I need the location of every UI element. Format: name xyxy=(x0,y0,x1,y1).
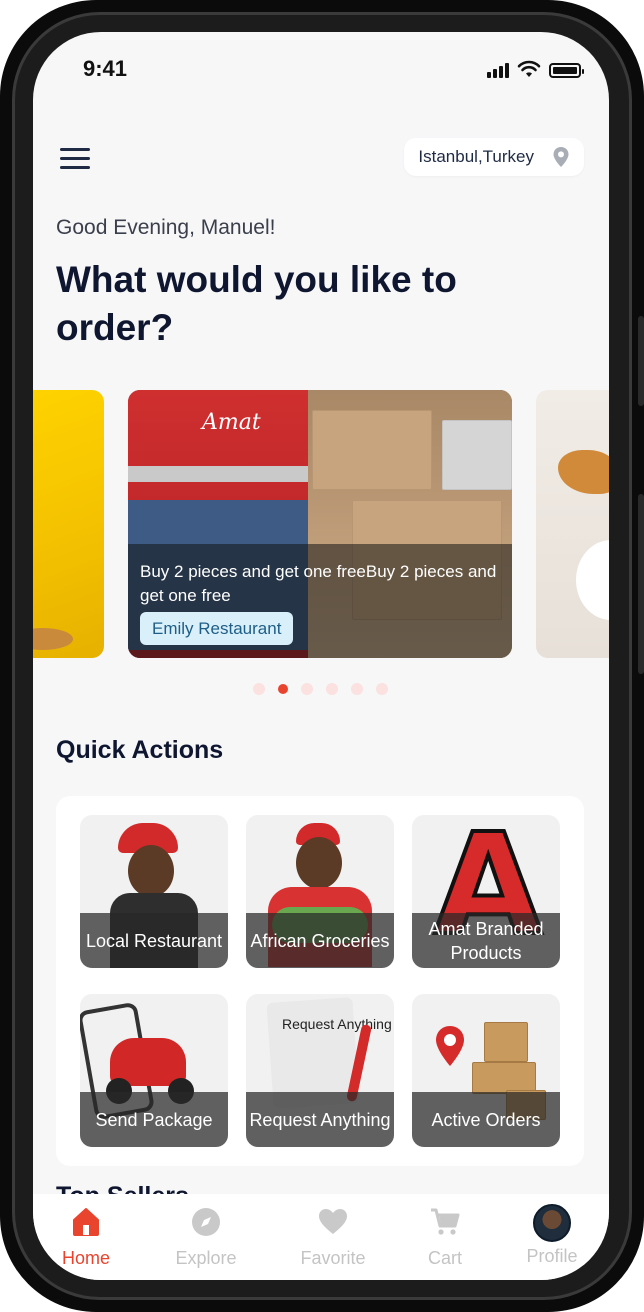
pagination-dot[interactable] xyxy=(253,683,265,695)
location-selector[interactable]: Istanbul,Turkey xyxy=(404,138,584,176)
promo-carousel[interactable]: Amat Buy 2 pieces and get one freeBuy 2 … xyxy=(33,390,609,660)
cellular-signal-icon xyxy=(487,63,509,78)
cup-image xyxy=(576,540,609,620)
quick-action-label: Amat Branded Products xyxy=(428,918,544,963)
tab-label: Cart xyxy=(427,1248,462,1268)
croissant-image xyxy=(558,450,609,494)
note-text: Request Anything xyxy=(282,1016,392,1032)
tab-label: Favorite xyxy=(300,1248,366,1268)
tab-home[interactable]: Home xyxy=(33,1194,141,1280)
carousel-pagination xyxy=(253,683,388,695)
pagination-dot[interactable] xyxy=(301,683,313,695)
status-time: 9:41 xyxy=(83,56,128,81)
quick-action-african-groceries[interactable]: African Groceries xyxy=(246,815,394,968)
phone-frame: 9:41 Istanbul,Turkey Good Evening, Manue… xyxy=(0,0,644,1312)
location-text: Istanbul,Turkey xyxy=(418,147,534,166)
promo-card[interactable]: Amat Buy 2 pieces and get one freeBuy 2 … xyxy=(128,390,512,658)
promo-card-previous[interactable] xyxy=(33,390,104,658)
wifi-icon xyxy=(517,60,541,77)
tab-label: Explore xyxy=(175,1248,237,1268)
status-icons xyxy=(487,60,584,78)
food-image xyxy=(33,628,73,650)
pagination-dot[interactable] xyxy=(376,683,388,695)
tab-cart[interactable]: Cart xyxy=(390,1194,500,1280)
quick-action-label: Local Restaurant xyxy=(85,930,223,951)
status-bar: 9:41 xyxy=(33,32,609,102)
quick-action-local-restaurant[interactable]: Local Restaurant xyxy=(80,815,228,968)
pagination-dot[interactable] xyxy=(326,683,338,695)
tab-label: Home xyxy=(61,1248,110,1268)
menu-bar xyxy=(60,157,90,160)
promo-restaurant-tag[interactable]: Emily Restaurant xyxy=(140,612,294,645)
heart-icon xyxy=(319,1209,347,1234)
quick-action-label: Send Package xyxy=(95,1109,213,1130)
quick-action-label: Active Orders xyxy=(431,1109,541,1130)
greeting-text: Good Evening, Manuel! xyxy=(56,216,276,239)
quick-action-send-package[interactable]: Send Package xyxy=(80,994,228,1147)
pagination-dot-active[interactable] xyxy=(278,684,288,694)
bottom-tab-bar: Home Explore Favorite Cart Profile xyxy=(33,1194,609,1280)
quick-actions-title: Quick Actions xyxy=(56,736,224,764)
pagination-dot[interactable] xyxy=(351,683,363,695)
menu-bar xyxy=(60,148,90,151)
quick-action-amat-branded-products[interactable]: A Amat Branded Products xyxy=(412,815,560,968)
menu-button[interactable] xyxy=(60,148,90,172)
quick-actions-panel: Local Restaurant African Groceries A Ama… xyxy=(56,796,584,1166)
avatar xyxy=(533,1204,571,1242)
battery-icon xyxy=(549,63,584,78)
tab-explore[interactable]: Explore xyxy=(151,1194,261,1280)
side-button xyxy=(638,494,644,674)
quick-action-request-anything[interactable]: Request Anything Request Anything xyxy=(246,994,394,1147)
tab-profile[interactable]: Profile xyxy=(497,1194,607,1280)
quick-action-label: Request Anything xyxy=(249,1109,391,1130)
promo-text: Buy 2 pieces and get one freeBuy 2 piece… xyxy=(140,562,497,605)
tab-label: Profile xyxy=(526,1246,578,1266)
quick-action-label: African Groceries xyxy=(250,930,390,951)
app-screen: 9:41 Istanbul,Turkey Good Evening, Manue… xyxy=(33,32,609,1280)
side-button xyxy=(638,316,644,406)
page-title: What would you like to order? xyxy=(56,259,457,348)
tab-favorite[interactable]: Favorite xyxy=(278,1194,388,1280)
compass-icon xyxy=(192,1208,220,1236)
courier-jacket-logo: Amat xyxy=(202,410,261,435)
quick-action-active-orders[interactable]: Active Orders xyxy=(412,994,560,1147)
promo-card-next[interactable] xyxy=(536,390,609,658)
menu-bar xyxy=(60,166,90,169)
location-pin-icon xyxy=(553,147,569,167)
map-pin-icon xyxy=(436,1026,464,1066)
cart-icon xyxy=(431,1208,460,1235)
home-icon xyxy=(73,1208,99,1236)
